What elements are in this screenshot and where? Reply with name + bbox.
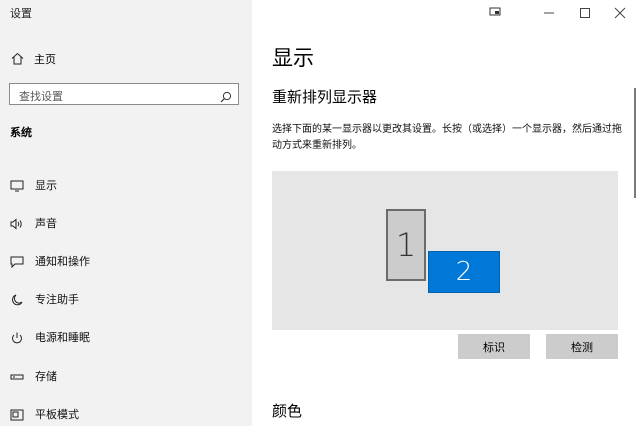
sidebar-item-label: 平板模式 <box>35 408 79 421</box>
sidebar-item-label: 声音 <box>35 217 57 230</box>
sidebar-item-sound[interactable]: 声音 <box>0 210 252 234</box>
sidebar-item-label: 通知和操作 <box>35 255 90 268</box>
monitor-1[interactable]: 1 <box>386 209 426 281</box>
section-title-system: 系统 <box>10 126 32 139</box>
page-title: 显示 <box>272 46 314 70</box>
identify-button[interactable]: 标识 <box>458 334 530 359</box>
sidebar-item-label: 存储 <box>35 370 57 383</box>
pin-icon <box>482 7 508 28</box>
sidebar: 设置 主页 查找设置 系统 显示 声音 通知和操作 专注助手 电源和睡眠 存储 … <box>0 0 252 426</box>
maximize-icon <box>572 8 598 28</box>
moon-icon <box>10 291 24 310</box>
storage-icon <box>10 368 24 387</box>
rearrange-description: 选择下面的某一显示器以更改其设置。长按（或选择）一个显示器，然后通过拖动方式来重… <box>272 124 622 151</box>
speaker-icon <box>10 215 24 234</box>
tablet-mode-icon <box>10 406 24 425</box>
sidebar-item-label: 专注助手 <box>35 293 79 306</box>
maximize-button[interactable] <box>572 2 598 24</box>
close-button[interactable] <box>607 2 633 24</box>
search-placeholder: 查找设置 <box>19 90 63 103</box>
app-title: 设置 <box>10 7 32 20</box>
rearrange-displays-heading: 重新排列显示器 <box>272 88 378 106</box>
sidebar-item-display[interactable]: 显示 <box>0 172 252 196</box>
sidebar-item-notifications[interactable]: 通知和操作 <box>0 248 252 272</box>
search-input[interactable]: 查找设置 <box>9 83 239 105</box>
power-icon <box>10 329 24 348</box>
monitor-icon <box>10 177 24 196</box>
close-icon <box>607 7 633 28</box>
monitor-arrangement-area[interactable]: 1 2 <box>272 171 618 330</box>
detect-button[interactable]: 检测 <box>546 334 618 359</box>
color-heading: 颜色 <box>272 402 303 420</box>
minimize-button[interactable] <box>536 2 562 24</box>
sidebar-item-label: 电源和睡眠 <box>35 331 90 344</box>
notification-icon <box>10 253 24 272</box>
sidebar-home[interactable]: 主页 <box>0 46 252 70</box>
sidebar-item-storage[interactable]: 存储 <box>0 363 252 387</box>
search-icon[interactable] <box>220 88 232 107</box>
home-icon <box>11 50 24 69</box>
sidebar-item-tablet-mode[interactable]: 平板模式 <box>0 401 252 425</box>
sidebar-item-focus-assist[interactable]: 专注助手 <box>0 286 252 310</box>
sidebar-item-label: 显示 <box>35 179 57 192</box>
scrollbar[interactable] <box>634 88 636 198</box>
pin-window-button[interactable] <box>482 2 508 24</box>
minimize-icon <box>536 9 562 28</box>
sidebar-item-power-sleep[interactable]: 电源和睡眠 <box>0 324 252 348</box>
monitor-2[interactable]: 2 <box>428 251 500 293</box>
sidebar-home-label: 主页 <box>34 53 56 66</box>
